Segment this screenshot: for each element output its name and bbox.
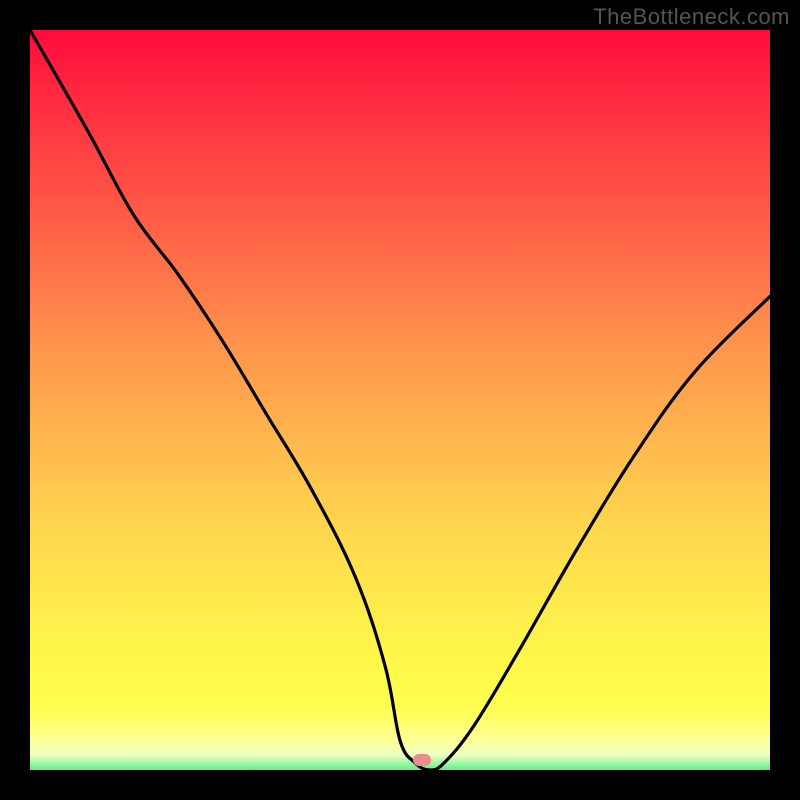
chart-frame: TheBottleneck.com [0, 0, 800, 800]
curve-svg [30, 30, 770, 770]
watermark-text: TheBottleneck.com [593, 4, 790, 30]
bottleneck-curve-path [30, 30, 770, 770]
bottleneck-marker [413, 754, 431, 766]
plot-area [30, 30, 770, 770]
